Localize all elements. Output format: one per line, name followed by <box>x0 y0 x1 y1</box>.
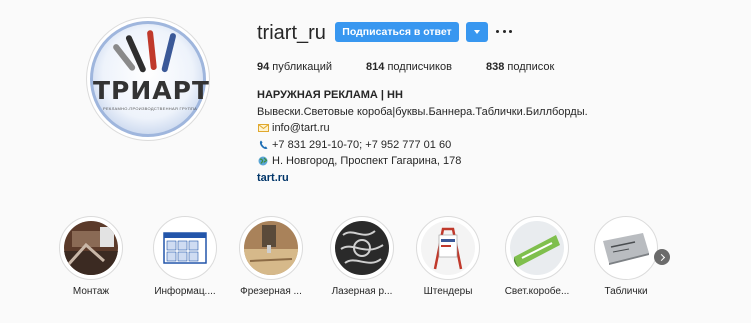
laser-thumb <box>335 221 389 275</box>
bio-title: НАРУЖНАЯ РЕКЛАМА | НН <box>257 89 403 101</box>
info-board-thumb <box>158 221 212 275</box>
bio-address-line: Н. Новгород, Проспект Гагарина, 178 <box>257 153 677 170</box>
plates-thumb <box>599 221 653 275</box>
montage-thumb <box>64 221 118 275</box>
globe-icon <box>257 155 269 167</box>
profile-avatar[interactable]: ТРИАРТ РЕКЛАМНО-ПРОИЗВОДСТВЕННАЯ ГРУППА <box>86 17 210 141</box>
bio-email-line: info@tart.ru <box>257 120 677 137</box>
ellipsis-icon[interactable] <box>496 26 512 36</box>
posts-count: 94 публикаций <box>257 61 333 73</box>
highlight-montage[interactable]: Монтаж <box>46 216 136 297</box>
milling-thumb <box>244 221 298 275</box>
following-count[interactable]: 838 подписок <box>486 61 554 73</box>
highlight-milling[interactable]: Фрезерная ... <box>226 216 316 297</box>
profile-header: ТРИАРТ РЕКЛАМНО-ПРОИЗВОДСТВЕННАЯ ГРУППА … <box>0 0 751 200</box>
highlight-label: Лазерная р... <box>331 286 393 297</box>
followers-count[interactable]: 814 подписчиков <box>366 61 452 73</box>
follow-back-button[interactable]: Подписаться в ответ <box>335 22 459 42</box>
avatar-logo: ТРИАРТ РЕКЛАМНО-ПРОИЗВОДСТВЕННАЯ ГРУППА <box>90 21 210 137</box>
envelope-icon <box>257 122 269 134</box>
story-highlights: Монтаж Информац.... Фрезерная ... Лазерн… <box>59 216 700 302</box>
profile-bio: НАРУЖНАЯ РЕКЛАМА | НН Вывески.Световые к… <box>257 87 677 186</box>
highlight-label: Штендеры <box>423 286 473 297</box>
stand-thumb <box>421 221 475 275</box>
chevron-down-icon <box>474 30 480 34</box>
bio-description: Вывески.Световые короба|буквы.Баннера.Та… <box>257 105 588 118</box>
avatar-logo-subtext: РЕКЛАМНО-ПРОИЗВОДСТВЕННАЯ ГРУППА <box>103 106 198 111</box>
bio-website-link[interactable]: tart.ru <box>257 170 677 187</box>
highlight-stands[interactable]: Штендеры <box>403 216 493 297</box>
suggestions-dropdown-button[interactable] <box>466 22 488 42</box>
bio-phone-line: +7 831 291-10-70; +7 952 777 01 60 <box>257 137 677 154</box>
highlight-label: Информац.... <box>154 286 216 297</box>
chevron-right-icon[interactable] <box>654 249 670 265</box>
highlight-info-boards[interactable]: Информац.... <box>140 216 230 297</box>
highlight-label: Фрезерная ... <box>240 286 302 297</box>
highlight-label: Таблички <box>604 286 648 297</box>
highlight-laser[interactable]: Лазерная р... <box>317 216 407 297</box>
profile-stats: 94 публикаций 814 подписчиков 838 подпис… <box>257 61 588 73</box>
bio-email: info@tart.ru <box>272 122 330 134</box>
highlight-label: Монтаж <box>72 286 110 297</box>
profile-username: triart_ru <box>257 22 326 44</box>
highlight-lightboxes[interactable]: Свет.коробе... <box>492 216 582 297</box>
phone-icon <box>257 139 269 151</box>
bio-phone: +7 831 291-10-70; +7 952 777 01 60 <box>272 138 452 151</box>
avatar-logo-text: ТРИАРТ <box>93 76 210 105</box>
lightbox-thumb <box>510 221 564 275</box>
bio-address: Н. Новгород, Проспект Гагарина, 178 <box>272 155 462 167</box>
highlight-label: Свет.коробе... <box>504 286 570 297</box>
